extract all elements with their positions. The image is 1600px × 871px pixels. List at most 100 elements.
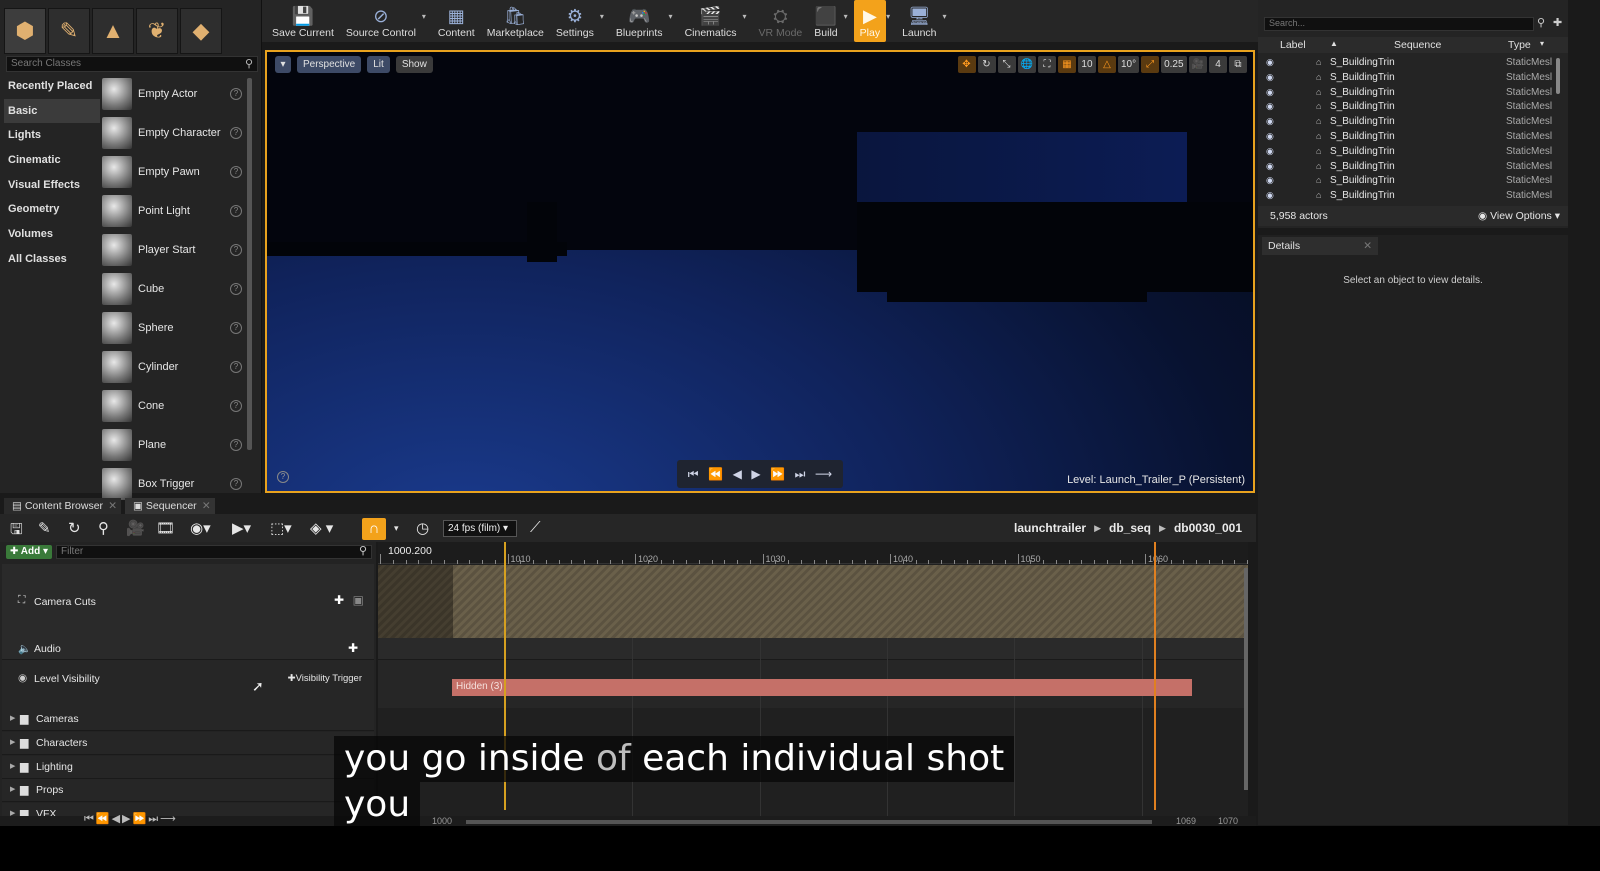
camera-speed-value[interactable]: 4 bbox=[1209, 56, 1227, 73]
play-reverse-icon[interactable]: ◀ bbox=[733, 467, 742, 481]
playback-end-marker[interactable] bbox=[1154, 542, 1156, 810]
level-visibility-track[interactable]: ◉ Level Visibility ✚Visibility Trigger ➚ bbox=[2, 660, 374, 708]
add-camera-cut-icon[interactable]: ✚ bbox=[334, 593, 344, 607]
rotate-icon[interactable]: ↻ bbox=[977, 56, 996, 73]
column-label[interactable]: Label bbox=[1280, 39, 1306, 51]
camera-lock-icon[interactable]: ▣ bbox=[353, 593, 364, 607]
breadcrumb-item[interactable]: db0030_001 bbox=[1174, 521, 1242, 535]
world-local-icon[interactable]: 🌐 bbox=[1017, 56, 1036, 73]
snap-options-dropdown[interactable]: ▾ bbox=[394, 523, 399, 534]
sort-ascending-icon[interactable]: ▲ bbox=[1330, 39, 1338, 48]
expand-arrow-icon[interactable]: ▶ bbox=[10, 738, 15, 746]
close-icon[interactable]: ✕ bbox=[202, 498, 211, 514]
class-item[interactable]: Player Start? bbox=[102, 230, 245, 269]
viewport-menu-button[interactable]: ▾ bbox=[275, 56, 291, 73]
add-folder-icon[interactable]: ✚ bbox=[1553, 16, 1562, 29]
class-item[interactable]: Cone? bbox=[102, 386, 245, 425]
curve-editor-icon[interactable]: ⟋ bbox=[530, 519, 541, 536]
help-icon[interactable]: ? bbox=[230, 360, 242, 373]
help-icon[interactable]: ? bbox=[230, 165, 242, 178]
class-item[interactable]: Empty Actor? bbox=[102, 74, 245, 113]
chevron-down-icon[interactable]: ▾ bbox=[886, 12, 890, 21]
chevron-down-icon[interactable]: ▾ bbox=[844, 12, 848, 21]
help-icon[interactable]: ? bbox=[230, 243, 242, 256]
show-button[interactable]: Show bbox=[395, 56, 433, 73]
expand-arrow-icon[interactable]: ▶ bbox=[10, 714, 15, 722]
tab-content-browser[interactable]: ▤ Content Browser ✕ bbox=[4, 498, 122, 514]
outliner-row[interactable]: ◉ ⌂ S_BuildingTrin StaticMesl bbox=[1258, 189, 1568, 204]
audio-track[interactable]: 🔈 Audio ✚ bbox=[2, 638, 374, 660]
step-back-icon[interactable]: ⏪ bbox=[708, 467, 723, 481]
key-options-icon[interactable]: ◈ ▾ bbox=[310, 519, 333, 537]
add-audio-icon[interactable]: ✚ bbox=[348, 641, 358, 655]
outliner-row[interactable]: ◉ ⌂ S_BuildingTrin StaticMesl bbox=[1258, 86, 1568, 101]
add-track-button[interactable]: ✚ Add ▾ bbox=[6, 545, 52, 559]
eye-icon[interactable]: ◉ bbox=[1266, 175, 1274, 186]
class-item[interactable]: Cylinder? bbox=[102, 347, 245, 386]
outliner-row[interactable]: ◉ ⌂ S_BuildingTrin StaticMesl bbox=[1258, 71, 1568, 86]
search-icon[interactable]: ⚲ bbox=[1537, 16, 1545, 29]
tab-sequencer[interactable]: ▣ Sequencer ✕ bbox=[125, 498, 215, 514]
track-folder-cameras[interactable]: ▶ ▆ Cameras bbox=[2, 708, 374, 731]
track-filter-input[interactable]: Filter bbox=[56, 545, 372, 559]
category-cinematic[interactable]: Cinematic bbox=[4, 148, 100, 173]
column-menu-icon[interactable]: ▾ bbox=[1540, 39, 1544, 48]
eye-icon[interactable]: ◉ bbox=[1266, 101, 1274, 112]
blueprints-button[interactable]: 🎮 Blueprints ▾ bbox=[610, 0, 673, 42]
find-icon[interactable]: ⚲ bbox=[98, 519, 109, 537]
step-forward-icon[interactable]: ⏩ bbox=[770, 467, 785, 481]
camera-cuts-lane[interactable] bbox=[378, 565, 1248, 638]
sequencer-transport-controls[interactable]: ⏮⏪◀▶⏩⏭⟶ bbox=[84, 812, 178, 826]
class-item[interactable]: Sphere? bbox=[102, 308, 245, 347]
help-icon[interactable]: ? bbox=[230, 321, 242, 334]
category-basic[interactable]: Basic bbox=[4, 98, 100, 124]
class-item[interactable]: Empty Pawn? bbox=[102, 152, 245, 191]
translate-icon[interactable]: ✥ bbox=[957, 56, 976, 73]
audio-lane[interactable] bbox=[378, 638, 1248, 660]
eye-icon[interactable]: ◉ bbox=[1266, 87, 1274, 98]
level-viewport[interactable]: ▾ Perspective Lit Show ✥ ↻ ⤡ 🌐 ⛶ ▦ 10 △ … bbox=[265, 50, 1255, 493]
rotation-snap-icon[interactable]: △ bbox=[1097, 56, 1116, 73]
chevron-down-icon[interactable]: ▾ bbox=[943, 12, 947, 21]
surface-snap-icon[interactable]: ⛶ bbox=[1037, 56, 1056, 73]
place-mode-icon[interactable]: ⬢ bbox=[4, 8, 46, 54]
eye-icon[interactable]: ◉ bbox=[1266, 57, 1274, 68]
class-search-input[interactable]: Search Classes bbox=[6, 56, 258, 72]
save-as-icon[interactable]: ✎ bbox=[38, 519, 51, 537]
category-geometry[interactable]: Geometry bbox=[4, 197, 100, 222]
category-volumes[interactable]: Volumes bbox=[4, 222, 100, 247]
category-visual-effects[interactable]: Visual Effects bbox=[4, 173, 100, 198]
refresh-icon[interactable]: ↻ bbox=[68, 519, 81, 537]
category-all-classes[interactable]: All Classes bbox=[4, 247, 100, 272]
camera-cuts-track[interactable]: ⛶ Camera Cuts ✚ ▣ bbox=[2, 564, 374, 638]
track-folder-characters[interactable]: ▶ ▆ Characters bbox=[2, 731, 374, 755]
breadcrumb-item[interactable]: db_seq bbox=[1109, 521, 1151, 535]
visibility-icon[interactable]: ◉▾ bbox=[190, 519, 211, 537]
render-movie-icon[interactable]: 🎞 bbox=[156, 519, 175, 537]
play-button[interactable]: ▶ Play ▾ bbox=[853, 0, 890, 42]
geometry-mode-icon[interactable]: ◆ bbox=[180, 8, 222, 54]
column-sequence[interactable]: Sequence bbox=[1394, 39, 1441, 51]
help-icon[interactable]: ? bbox=[230, 87, 242, 100]
class-item[interactable]: Empty Character? bbox=[102, 113, 245, 152]
help-icon[interactable]: ? bbox=[230, 282, 242, 295]
eye-icon[interactable]: ◉ bbox=[1266, 146, 1274, 157]
rotation-snap-value[interactable]: 10° bbox=[1117, 56, 1140, 73]
class-list-scrollbar[interactable] bbox=[247, 78, 252, 450]
playback-options-icon[interactable]: ▶▾ bbox=[232, 519, 251, 537]
scale-icon[interactable]: ⤡ bbox=[997, 56, 1016, 73]
help-icon[interactable]: ? bbox=[277, 471, 289, 483]
outliner-row[interactable]: ◉ ⌂ S_BuildingTrin StaticMesl bbox=[1258, 174, 1568, 189]
view-options-button[interactable]: ◉ View Options ▾ bbox=[1478, 210, 1560, 222]
time-ruler[interactable]: 1000.200 1010 1020 1030 1040 1050 1060 bbox=[378, 542, 1248, 564]
outliner-row[interactable]: ◉ ⌂ S_BuildingTrin StaticMesl bbox=[1258, 145, 1568, 160]
chevron-down-icon[interactable]: ▾ bbox=[422, 12, 426, 21]
camera-icon[interactable]: 🎥 bbox=[126, 519, 145, 537]
outliner-row[interactable]: ◉ ⌂ S_BuildingTrin StaticMesl bbox=[1258, 130, 1568, 145]
outliner-row[interactable]: ◉ ⌂ S_BuildingTrin StaticMesl bbox=[1258, 56, 1568, 71]
eye-icon[interactable]: ◉ bbox=[1266, 131, 1274, 142]
close-icon[interactable]: ✕ bbox=[108, 498, 117, 514]
class-item[interactable]: Plane? bbox=[102, 425, 245, 464]
maximize-icon[interactable]: ⧉ bbox=[1229, 56, 1247, 73]
eye-icon[interactable]: ◉ bbox=[1266, 190, 1274, 201]
